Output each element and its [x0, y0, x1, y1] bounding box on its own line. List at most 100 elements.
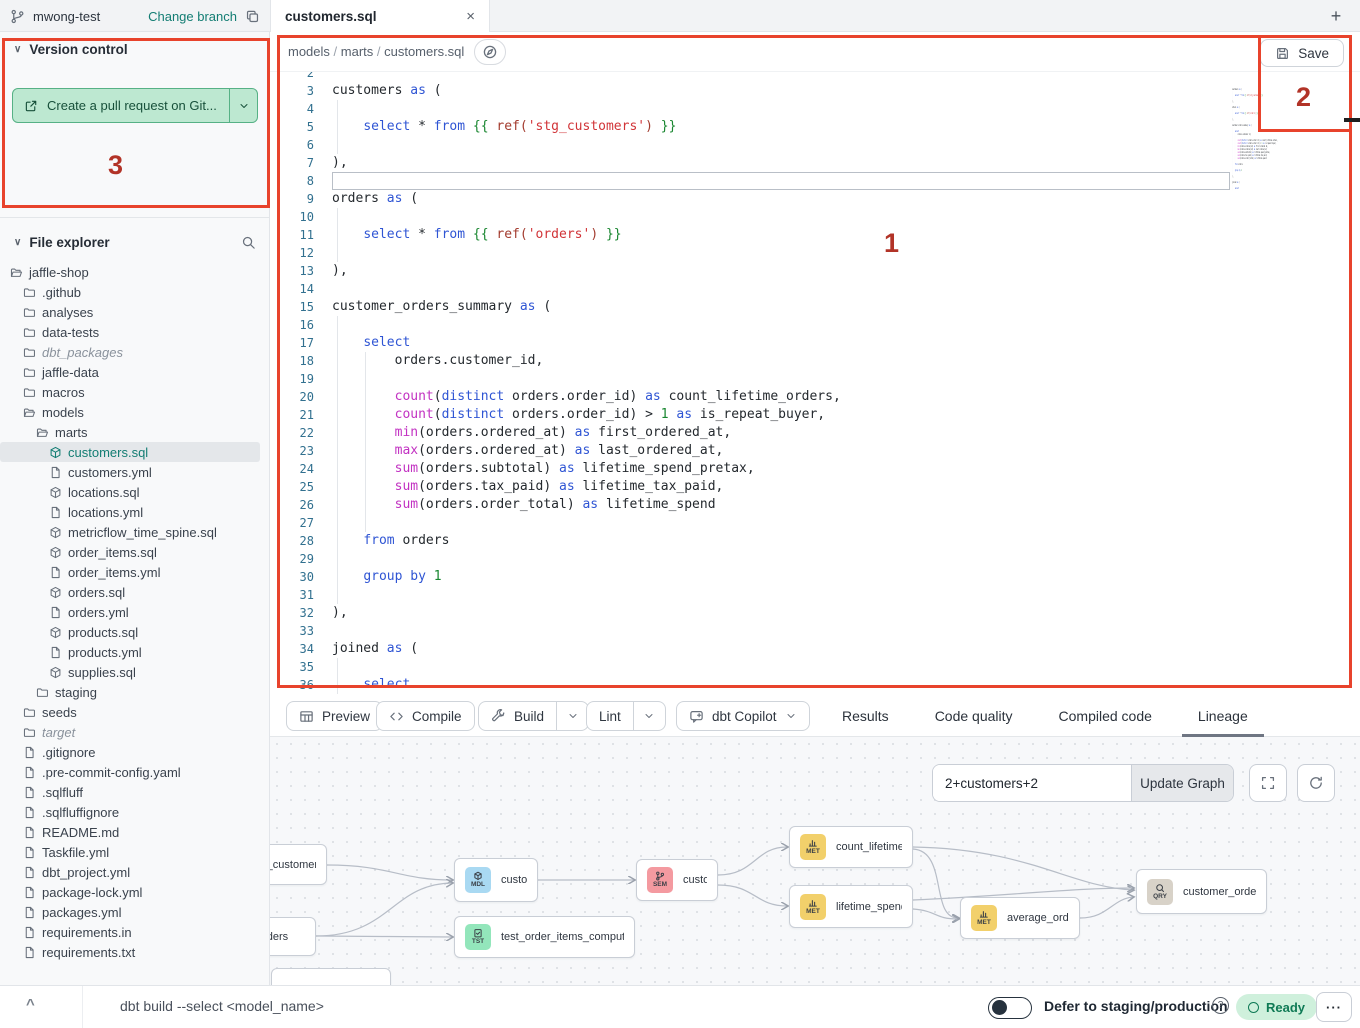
pr-dropdown-button[interactable]	[229, 89, 257, 122]
change-branch-link[interactable]: Change branch	[148, 9, 237, 24]
code-line-22[interactable]: min(orders.ordered_at) as first_ordered_…	[332, 424, 1230, 442]
minimap[interactable]: customers as ( select * from {{ ref('stg…	[1232, 85, 1318, 665]
code-line-35[interactable]	[332, 658, 1230, 676]
code-line-36[interactable]: select	[332, 676, 1230, 694]
code-line-36[interactable]: select	[1232, 187, 1313, 190]
code-line-8[interactable]	[1232, 103, 1313, 106]
breadcrumb-item[interactable]: marts	[341, 44, 374, 59]
compile-button[interactable]: Compile	[376, 701, 475, 731]
code-line-8[interactable]	[332, 172, 1230, 190]
file-tree-item--sqlfluff[interactable]: .sqlfluff	[0, 782, 270, 802]
code-line-30[interactable]: group by 1	[1232, 169, 1313, 172]
file-tree-item-readme-md[interactable]: README.md	[0, 822, 270, 842]
code-line-7[interactable]: ),	[1232, 100, 1313, 103]
file-tree-item-metricflow-time-spine-sql[interactable]: metricflow_time_spine.sql	[0, 522, 270, 542]
code-line-7[interactable]: ),	[332, 154, 1230, 172]
file-tree-item-jaffle-data[interactable]: jaffle-data	[0, 362, 270, 382]
breadcrumb-item[interactable]: customers.sql	[384, 44, 464, 59]
code-line-23[interactable]: max(orders.ordered_at) as last_ordered_a…	[1232, 148, 1313, 151]
file-tree-item-marts[interactable]: marts	[0, 422, 270, 442]
file-tree-item-models[interactable]: models	[0, 402, 270, 422]
code-line-12[interactable]	[332, 244, 1230, 262]
code-line-28[interactable]: from orders	[1232, 163, 1313, 166]
command-input-placeholder[interactable]: dbt build --select <model_name>	[120, 998, 324, 1014]
file-tree-item-order-items-sql[interactable]: order_items.sql	[0, 542, 270, 562]
code-line-27[interactable]	[1232, 160, 1313, 163]
refresh-graph-button[interactable]	[1297, 764, 1335, 802]
code-line-35[interactable]	[1232, 184, 1313, 187]
save-button[interactable]: Save	[1260, 39, 1344, 67]
lineage-node-stg-customers[interactable]: stg_customers	[270, 844, 327, 885]
tab-code-quality[interactable]: Code quality	[929, 695, 1019, 737]
file-tree-item-dbt-packages[interactable]: dbt_packages	[0, 342, 270, 362]
code-line-24[interactable]: sum(orders.subtotal) as lifetime_spend_p…	[332, 460, 1230, 478]
code-line-11[interactable]: select * from {{ ref('orders') }}	[1232, 112, 1313, 115]
lineage-node-count-lifetime-orders[interactable]: METcount_lifetime_orders	[789, 826, 913, 868]
code-line-11[interactable]: select * from {{ ref('orders') }}	[332, 226, 1230, 244]
file-tree-item-orders-yml[interactable]: orders.yml	[0, 602, 270, 622]
more-options-button[interactable]: ···	[1316, 992, 1352, 1022]
code-line-26[interactable]: sum(orders.order_total) as lifetime_spen…	[1232, 157, 1313, 160]
dbt-copilot-button[interactable]: dbt Copilot	[676, 701, 810, 731]
code-line-17[interactable]: select	[1232, 130, 1313, 133]
search-icon[interactable]	[241, 235, 256, 250]
code-editor[interactable]: 2345678910111213141516171819202122232425…	[270, 72, 1360, 695]
code-line-4[interactable]	[332, 100, 1230, 118]
code-line-20[interactable]: count(distinct orders.order_id) as count…	[332, 388, 1230, 406]
code-line-4[interactable]	[1232, 91, 1313, 94]
lineage-node-orders[interactable]: orders	[270, 917, 316, 956]
file-tree-item-requirements-txt[interactable]: requirements.txt	[0, 942, 270, 962]
build-button[interactable]: Build	[478, 701, 589, 731]
file-tree-item-analyses[interactable]: analyses	[0, 302, 270, 322]
code-line-6[interactable]	[1232, 97, 1313, 100]
file-tree-item-jaffle-shop[interactable]: jaffle-shop	[0, 262, 270, 282]
file-tree-item-dbt-project-yml[interactable]: dbt_project.yml	[0, 862, 270, 882]
file-explorer-header[interactable]: ∨ File explorer	[0, 225, 270, 259]
code-line-17[interactable]: select	[332, 334, 1230, 352]
code-line-3[interactable]: customers as (	[1232, 88, 1313, 91]
lineage-selector-input[interactable]	[933, 765, 1131, 801]
code-line-5[interactable]: select * from {{ ref('stg_customers') }}	[1232, 94, 1313, 97]
code-line-34[interactable]: joined as (	[332, 640, 1230, 658]
code-line-16[interactable]	[1232, 127, 1313, 130]
code-line-26[interactable]: sum(orders.order_total) as lifetime_spen…	[332, 496, 1230, 514]
file-tree-item-seeds[interactable]: seeds	[0, 702, 270, 722]
code-line-3[interactable]: customers as (	[332, 82, 1230, 100]
file-tree-item-data-tests[interactable]: data-tests	[0, 322, 270, 342]
code-line-29[interactable]	[1232, 166, 1313, 169]
fullscreen-button[interactable]	[1249, 764, 1287, 802]
lineage-node-customers[interactable]: SEMcustomers	[636, 859, 718, 901]
code-line-18[interactable]: orders.customer_id,	[1232, 133, 1313, 136]
code-line-33[interactable]	[332, 622, 1230, 640]
code-line-32[interactable]: ),	[1232, 175, 1313, 178]
file-tree-item-customers-yml[interactable]: customers.yml	[0, 462, 270, 482]
code-line-2[interactable]	[332, 72, 1230, 82]
file-tree-item-locations-yml[interactable]: locations.yml	[0, 502, 270, 522]
code-line-14[interactable]	[1232, 121, 1313, 124]
code-line-10[interactable]	[1232, 109, 1313, 112]
code-line-31[interactable]	[332, 586, 1230, 604]
tab-lineage[interactable]: Lineage	[1192, 695, 1254, 737]
lineage-node-test-order-items-compute-to-bools-[interactable]: TSTtest_order_items_compute_to_bools...	[454, 916, 635, 958]
code-line-30[interactable]: group by 1	[332, 568, 1230, 586]
code-line-15[interactable]: customer_orders_summary as (	[1232, 124, 1313, 127]
code-line-21[interactable]: count(distinct orders.order_id) > 1 as i…	[1232, 142, 1313, 145]
lineage-node-customer-order-metrics[interactable]: QRYcustomer_order_metrics	[1136, 869, 1267, 914]
copy-icon[interactable]	[245, 9, 260, 24]
code-line-29[interactable]	[332, 550, 1230, 568]
version-control-header[interactable]: ∨ Version control	[0, 32, 269, 66]
code-line-10[interactable]	[332, 208, 1230, 226]
create-pull-request-button[interactable]: Create a pull request on Git...	[12, 88, 258, 123]
code-line-16[interactable]	[332, 316, 1230, 334]
docs-compass-button[interactable]	[474, 39, 506, 65]
code-line-24[interactable]: sum(orders.subtotal) as lifetime_spend_p…	[1232, 151, 1313, 154]
file-tree-item--sqlfluffignore[interactable]: .sqlfluffignore	[0, 802, 270, 822]
code-line-13[interactable]: ),	[1232, 118, 1313, 121]
code-line-19[interactable]	[1232, 136, 1313, 139]
code-line-21[interactable]: count(distinct orders.order_id) > 1 as i…	[332, 406, 1230, 424]
code-line-9[interactable]: orders as (	[332, 190, 1230, 208]
code-line-23[interactable]: max(orders.ordered_at) as last_ordered_a…	[332, 442, 1230, 460]
code-line-22[interactable]: min(orders.ordered_at) as first_ordered_…	[1232, 145, 1313, 148]
code-line-6[interactable]	[332, 136, 1230, 154]
file-tree-item--pre-commit-config-yaml[interactable]: .pre-commit-config.yaml	[0, 762, 270, 782]
